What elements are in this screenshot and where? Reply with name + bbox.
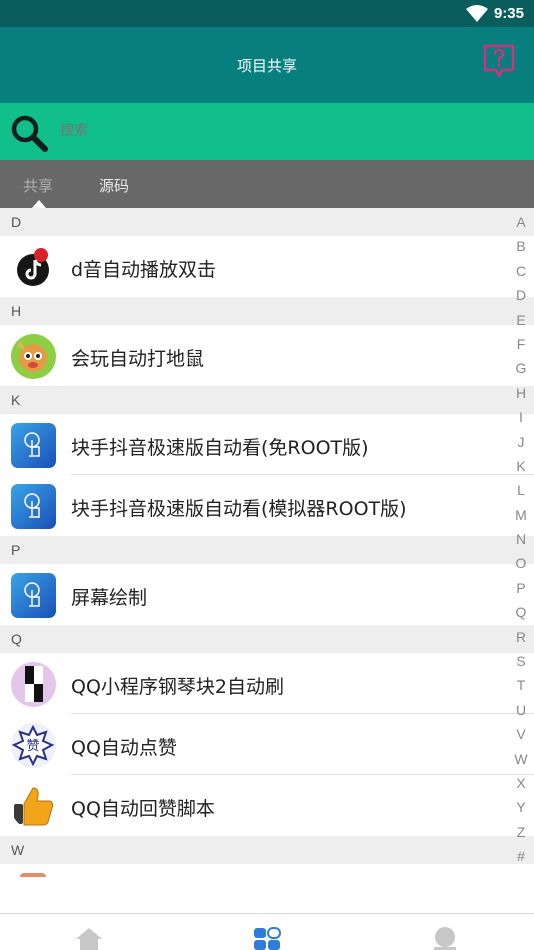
item-label: QQ自动点赞 [71,737,177,759]
tab-bar: 共享 源码 [0,160,534,208]
touch-app-icon [11,573,56,618]
alphabet-index-letter[interactable]: S [514,651,528,675]
item-label: QQ自动回赞脚本 [71,798,215,820]
alphabet-index-letter[interactable]: # [514,846,528,870]
thumbs-up-icon [11,784,56,829]
project-list: D d音自动播放双击 H 会玩自动打地鼠 K 块手抖音极速版自动看(免ROOT版… [0,208,534,904]
alphabet-index-letter[interactable]: L [514,480,528,504]
alphabet-index-letter[interactable]: Z [514,822,528,846]
touch-app-icon [11,423,56,468]
section-header: D [0,208,534,236]
list-item[interactable]: QQ小程序钢琴块2自动刷 [0,653,534,714]
alphabet-index-letter[interactable]: X [514,773,528,797]
alphabet-index-letter[interactable]: V [514,724,528,748]
alphabet-index-letter[interactable]: R [514,627,528,651]
alphabet-index-letter[interactable]: U [514,700,528,724]
alphabet-index-letter[interactable]: W [514,749,528,773]
user-icon[interactable] [430,926,460,950]
search-input[interactable] [60,122,500,138]
wifi-icon [466,5,488,22]
alphabet-index-letter[interactable]: G [514,358,528,382]
list-item[interactable]: 赞 QQ自动点赞 [0,714,534,775]
tab-share[interactable]: 共享 [23,175,53,196]
list-item[interactable]: 会玩自动打地鼠 [0,325,534,386]
alphabet-index-letter[interactable]: H [514,383,528,407]
tiktok-icon [11,245,56,290]
alphabet-index-letter[interactable]: T [514,675,528,699]
status-time: 9:35 [493,5,524,22]
alphabet-index[interactable]: A B C D E F G H I J K L M N O P Q R S T U V W X Y Z # [514,212,528,871]
alphabet-index-letter[interactable]: Q [514,602,528,626]
app-bar: 项目共享 [0,27,534,103]
item-label: 块手抖音极速版自动看(模拟器ROOT版) [71,498,407,520]
item-label: QQ小程序钢琴块2自动刷 [71,676,284,698]
tab-source[interactable]: 源码 [99,175,129,196]
bottom-nav [0,913,534,950]
alphabet-index-letter[interactable]: N [514,529,528,553]
alphabet-index-letter[interactable]: B [514,236,528,260]
app-icon [20,873,46,877]
alphabet-index-letter[interactable]: A [514,212,528,236]
alphabet-index-letter[interactable]: E [514,310,528,334]
alphabet-index-letter[interactable]: C [514,261,528,285]
section-header: P [0,536,534,564]
like-badge-icon: 赞 [11,723,56,768]
touch-app-icon [11,484,56,529]
home-icon[interactable] [74,926,104,950]
alphabet-index-letter[interactable]: K [514,456,528,480]
item-label: 屏幕绘制 [71,587,148,609]
list-item[interactable]: d音自动播放双击 [0,236,534,297]
list-item[interactable]: QQ自动回赞脚本 [0,775,534,836]
grid-apps-icon[interactable] [252,926,282,950]
alphabet-index-letter[interactable]: Y [514,797,528,821]
section-header: K [0,386,534,414]
search-bar [0,103,534,160]
section-header: H [0,297,534,325]
alphabet-index-letter[interactable]: F [514,334,528,358]
list-item[interactable]: 屏幕绘制 [0,564,534,625]
item-label: 会玩自动打地鼠 [71,348,205,370]
search-icon[interactable] [10,114,48,152]
alphabet-index-letter[interactable]: I [514,407,528,431]
list-item[interactable]: 块手抖音极速版自动看(模拟器ROOT版) [0,475,534,536]
alphabet-index-letter[interactable]: J [514,432,528,456]
list-item-partial[interactable] [0,864,534,904]
item-label: 块手抖音极速版自动看(免ROOT版) [71,437,369,459]
status-bar: 9:35 [0,0,534,27]
list-item[interactable]: 块手抖音极速版自动看(免ROOT版) [0,414,534,475]
piano-tiles-icon [11,662,56,707]
help-icon[interactable] [482,43,516,79]
svg-text:赞: 赞 [26,739,39,754]
tab-indicator [32,200,46,208]
alphabet-index-letter[interactable]: O [514,553,528,577]
item-label: d音自动播放双击 [71,259,217,281]
game-character-icon [11,334,56,379]
alphabet-index-letter[interactable]: P [514,578,528,602]
section-header: Q [0,625,534,653]
page-title: 项目共享 [236,57,297,75]
alphabet-index-letter[interactable]: D [514,285,528,309]
alphabet-index-letter[interactable]: M [514,505,528,529]
section-header: W [0,836,534,864]
